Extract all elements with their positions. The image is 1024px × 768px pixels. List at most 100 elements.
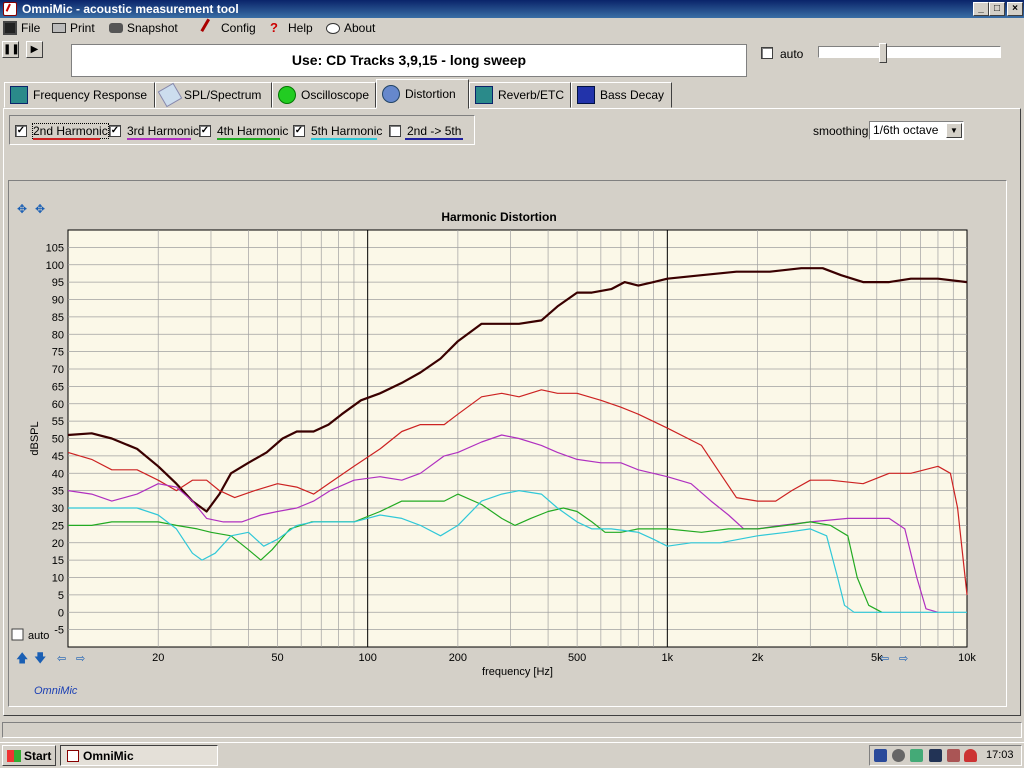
smoothing-label: smoothing [813, 124, 869, 138]
arrow-right-icon[interactable]: ⇨ [76, 653, 85, 665]
arrow-right-icon[interactable]: ⇨ [899, 653, 908, 665]
harmonic-3rd-checkbox[interactable]: ✓ [109, 125, 121, 137]
y-tick-label: 100 [46, 260, 64, 272]
x-tick-label: 1k [662, 652, 674, 664]
y-tick-label: -5 [54, 625, 64, 637]
y-scroll-controls: 🡅 🡇 [16, 651, 46, 665]
auto-checkbox[interactable] [761, 47, 773, 59]
menu-config-label: Config [221, 21, 256, 35]
tab-distortion[interactable]: Distortion [376, 79, 469, 109]
menu-file-label: File [21, 21, 41, 35]
y-tick-label: 50 [52, 434, 64, 446]
level-slider-thumb[interactable] [879, 43, 887, 63]
menu-snapshot[interactable]: Snapshot [109, 20, 178, 36]
x-tick-label: 200 [449, 652, 467, 664]
level-slider[interactable] [818, 46, 1001, 58]
start-button[interactable]: Start [2, 745, 56, 766]
arrow-down-icon[interactable]: 🡇 [34, 651, 46, 665]
tab-label: Frequency Response [33, 88, 148, 102]
y-tick-label: 20 [52, 538, 64, 550]
menu-file[interactable]: File [3, 20, 40, 36]
play-icon: ▶ [30, 44, 39, 55]
x-tick-label: 50 [271, 652, 283, 664]
bass-decay-icon [577, 86, 595, 104]
tab-label: Oscilloscope [301, 88, 370, 102]
y-tick-label: 5 [58, 590, 64, 602]
menu-print-label: Print [70, 21, 95, 35]
chart-auto-checkbox[interactable] [11, 628, 24, 641]
harmonic-2nd-5th-label: 2nd -> 5th [407, 124, 462, 138]
x-axis-label: frequency [Hz] [482, 666, 553, 678]
tab-oscilloscope[interactable]: Oscilloscope [272, 82, 376, 108]
y-tick-label: 40 [52, 468, 64, 480]
y-tick-label: 75 [52, 347, 64, 359]
x-tick-label: 10k [958, 652, 976, 664]
harmonic-2nd-checkbox[interactable]: ✓ [15, 125, 27, 137]
arrow-left-icon[interactable]: ⇦ [57, 653, 66, 665]
arrow-up-icon[interactable]: 🡅 [16, 651, 28, 665]
update-icon[interactable] [910, 749, 923, 762]
tab-spl-spectrum[interactable]: SPL/Spectrum [155, 82, 272, 108]
y-tick-label: 0 [58, 607, 64, 619]
harmonic-2nd-label: 2nd Harmonic [32, 123, 109, 139]
harmonic-5th-label: 5th Harmonic [311, 124, 383, 138]
windows-logo-icon [7, 749, 21, 762]
menu-help[interactable]: ? Help [270, 20, 313, 36]
window-title-bar: OmniMic - acoustic measurement tool _ □ … [0, 0, 1024, 18]
y-tick-label: 60 [52, 399, 64, 411]
play-button[interactable]: ▶ [26, 41, 43, 58]
arrow-left-icon[interactable]: ⇦ [880, 653, 889, 665]
tab-label: Bass Decay [600, 88, 665, 102]
pause-button[interactable]: ❚❚ [2, 41, 20, 58]
y-tick-label: 70 [52, 364, 64, 376]
harmonic-5th-checkbox[interactable]: ✓ [293, 125, 305, 137]
harmonic-2nd-5th-checkbox[interactable] [389, 125, 401, 137]
network-icon[interactable] [874, 749, 887, 762]
y-tick-label: 95 [52, 277, 64, 289]
harmonic-2nd-5th-swatch [405, 138, 463, 140]
status-bar [2, 722, 1022, 738]
tab-frequency-response[interactable]: Frequency Response [4, 82, 155, 108]
minimize-button[interactable]: _ [973, 2, 989, 16]
spl-spectrum-icon [157, 82, 183, 108]
close-button[interactable]: × [1007, 2, 1023, 16]
x-tick-label: 20 [152, 652, 164, 664]
maximize-button[interactable]: □ [989, 2, 1005, 16]
y-tick-label: 90 [52, 295, 64, 307]
menu-config[interactable]: Config [200, 18, 256, 38]
tab-label: Reverb/ETC [498, 88, 565, 102]
harmonic-distortion-chart: ✥ ✥ Harmonic Distortion -5 0 5 10 15 20 25 30 35… [11, 202, 976, 697]
smoothing-dropdown-button[interactable]: ▼ [946, 123, 962, 138]
harmonic-4th-checkbox[interactable]: ✓ [199, 125, 211, 137]
menu-print[interactable]: Print [52, 20, 95, 36]
pause-icon: ❚❚ [3, 44, 20, 55]
devices-icon[interactable] [947, 749, 960, 762]
camera-icon [109, 23, 123, 33]
y-tick-label: 85 [52, 312, 64, 324]
y-tick-label: 25 [52, 520, 64, 532]
y-tick-label: 65 [52, 381, 64, 393]
y-tick-label: 80 [52, 329, 64, 341]
battery-icon[interactable] [929, 749, 942, 762]
tab-reverb-etc[interactable]: Reverb/ETC [469, 82, 571, 108]
volume-icon[interactable] [892, 749, 905, 762]
y-axis-ticks: -5 0 5 10 15 20 25 30 35 40 45 50 55 60 65 70 75 80 85 90 95… [46, 242, 64, 636]
zoom-out-icon[interactable]: ✥ [35, 202, 45, 216]
y-tick-label: 15 [52, 555, 64, 567]
x-tick-label: 100 [358, 652, 376, 664]
y-tick-label: 10 [52, 573, 64, 585]
taskbar-omnimic[interactable]: OmniMic [60, 745, 218, 766]
tab-label: Distortion [405, 87, 456, 101]
help-icon: ? [270, 20, 278, 35]
zoom-in-icon[interactable]: ✥ [17, 202, 27, 216]
y-tick-label: 105 [46, 242, 64, 254]
menu-about[interactable]: About [326, 20, 375, 36]
floppy-disk-icon [3, 21, 17, 35]
tab-bass-decay[interactable]: Bass Decay [571, 82, 672, 108]
harmonic-2nd-swatch [33, 138, 100, 140]
x-axis-ticks: 20 50 100 200 500 1k 2k 5k 10k [152, 652, 976, 664]
y-tick-label: 30 [52, 503, 64, 515]
omnimic-app-icon [67, 749, 79, 762]
security-shield-icon[interactable] [964, 749, 977, 762]
menu-about-label: About [344, 21, 376, 35]
